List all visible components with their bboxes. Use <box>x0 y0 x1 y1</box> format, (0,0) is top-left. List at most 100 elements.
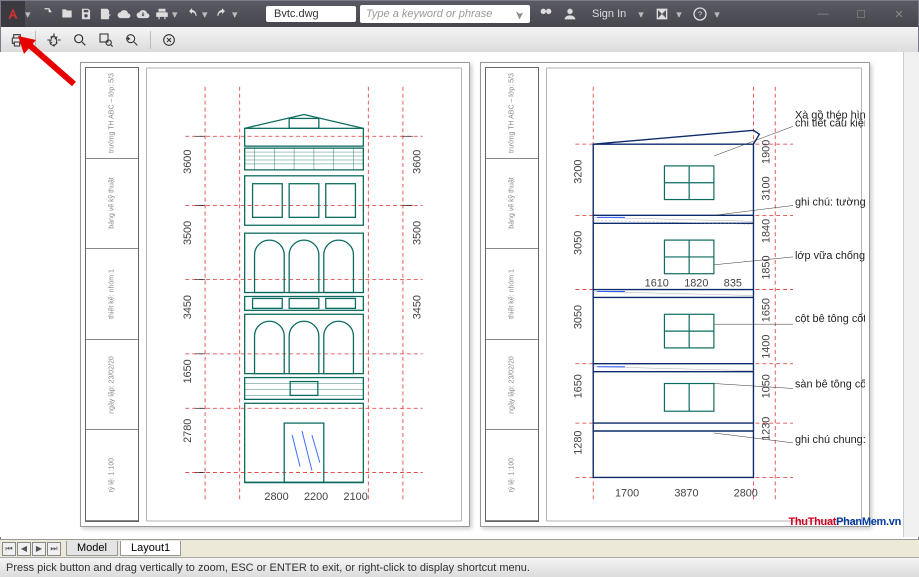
drawing-section: 3200 3050 3050 1650 1280 1900 3100 1840 … <box>543 67 865 522</box>
wm-part3: .vn <box>886 516 901 528</box>
cloud-save-icon[interactable] <box>134 5 152 23</box>
svg-text:2780: 2780 <box>182 419 194 443</box>
svg-text:2100: 2100 <box>344 491 368 503</box>
svg-text:1650: 1650 <box>760 298 772 322</box>
tab-layout1[interactable]: Layout1 <box>120 541 181 556</box>
svg-text:1280: 1280 <box>572 431 584 455</box>
title-block: trường TH ABC – lớp: 5/3 bảng vẽ kỹ thuậ… <box>85 67 139 522</box>
save-icon[interactable] <box>77 5 95 23</box>
dropdown-icon[interactable]: ▾ <box>232 8 242 21</box>
svg-text:ghi chú chung: toàn bộ kích th: ghi chú chung: toàn bộ kích thước kiểm t… <box>795 434 865 446</box>
svg-text:lớp vữa chống thấm: lớp vữa chống thấm <box>795 250 865 262</box>
tb-text: ngày lập: 23/02/20 <box>509 356 516 414</box>
zoom-window-icon[interactable] <box>96 30 116 50</box>
vertical-scrollbar[interactable] <box>903 52 919 537</box>
svg-text:3600: 3600 <box>182 150 194 174</box>
svg-text:1850: 1850 <box>760 255 772 279</box>
search-go-icon[interactable]: ➤ <box>513 9 526 18</box>
tab-nav-buttons: ⏮ ◀ ▶ ⏭ <box>0 542 64 556</box>
dropdown-icon[interactable]: ▾ <box>638 8 648 21</box>
cloud-open-icon[interactable] <box>115 5 133 23</box>
tb-text: trường TH ABC – lớp: 5/3 <box>109 73 116 153</box>
svg-text:cột bê tông cốt thép, kích thư: cột bê tông cốt thép, kích thước theo bả… <box>795 313 865 325</box>
app-logo-icon[interactable] <box>1 1 25 27</box>
tb-text: ngày lập: 23/02/20 <box>109 356 116 414</box>
svg-text:ghi chú: tường xây gạch đặc 11: ghi chú: tường xây gạch đặc 110, trát vữ… <box>795 196 865 208</box>
layout-tabs: ⏮ ◀ ▶ ⏭ Model Layout1 <box>0 539 919 557</box>
filename-display: Bvtc.dwg <box>266 6 356 22</box>
tab-next-icon[interactable]: ▶ <box>32 542 46 556</box>
wm-part1: ThuThuat <box>788 516 836 528</box>
paper-sheet-1: trường TH ABC – lớp: 5/3 bảng vẽ kỹ thuậ… <box>80 62 470 527</box>
tab-last-icon[interactable]: ⏭ <box>47 542 61 556</box>
saveas-icon[interactable] <box>96 5 114 23</box>
svg-text:3600: 3600 <box>412 150 424 174</box>
close-preview-icon[interactable] <box>159 30 179 50</box>
zoom-prev-icon[interactable] <box>122 30 142 50</box>
svg-text:1650: 1650 <box>182 359 194 383</box>
dropdown-icon[interactable]: ▾ <box>172 8 182 21</box>
annotation-arrow <box>14 34 80 93</box>
sign-in-link[interactable]: Sign In <box>584 8 634 20</box>
dropdown-icon[interactable]: ▾ <box>202 8 212 21</box>
window-controls: — ☐ ✕ <box>804 1 918 27</box>
watermark: ThuThuatPhanMem.vn <box>788 505 901 531</box>
minimize-button[interactable]: — <box>804 1 842 27</box>
user-icon[interactable] <box>560 5 580 23</box>
tab-first-icon[interactable]: ⏮ <box>2 542 16 556</box>
svg-text:2800: 2800 <box>264 491 288 503</box>
autodesk-link-icon[interactable] <box>536 5 556 23</box>
svg-text:2800: 2800 <box>734 487 758 499</box>
svg-text:3050: 3050 <box>572 231 584 255</box>
maximize-button[interactable]: ☐ <box>842 1 880 27</box>
redo-icon[interactable] <box>213 5 231 23</box>
svg-text:?: ? <box>698 10 702 19</box>
svg-text:3500: 3500 <box>182 221 194 245</box>
paper-sheets: trường TH ABC – lớp: 5/3 bảng vẽ kỹ thuậ… <box>80 62 899 527</box>
app-menu-dropdown-icon[interactable]: ▾ <box>25 8 35 21</box>
search-placeholder: Type a keyword or phrase <box>366 8 492 20</box>
tb-text: trường TH ABC – lớp: 5/3 <box>509 73 516 153</box>
status-text: Press pick button and drag vertically to… <box>6 562 530 574</box>
preview-toolbar <box>1 27 918 53</box>
svg-text:3100: 3100 <box>760 176 772 200</box>
close-button[interactable]: ✕ <box>880 1 918 27</box>
tab-prev-icon[interactable]: ◀ <box>17 542 31 556</box>
svg-text:1650: 1650 <box>572 374 584 398</box>
dropdown-icon[interactable]: ▾ <box>676 8 686 21</box>
tab-model[interactable]: Model <box>66 541 118 556</box>
help-icon[interactable]: ? <box>690 5 710 23</box>
svg-text:2200: 2200 <box>304 491 328 503</box>
svg-text:3500: 3500 <box>412 221 424 245</box>
title-actions: Sign In ▾ ▾ ? ▾ <box>536 5 724 23</box>
separator <box>150 31 151 49</box>
tb-text: thiết kế: nhóm 1 <box>109 269 116 319</box>
exchange-icon[interactable] <box>652 5 672 23</box>
tb-text: tỷ lệ: 1:100 <box>509 458 516 492</box>
undo-icon[interactable] <box>183 5 201 23</box>
svg-text:835: 835 <box>724 278 742 290</box>
svg-text:3450: 3450 <box>412 295 424 319</box>
svg-text:1610: 1610 <box>645 278 669 290</box>
tb-text: thiết kế: nhóm 1 <box>509 269 516 319</box>
open-icon[interactable] <box>58 5 76 23</box>
svg-text:1900: 1900 <box>760 140 772 164</box>
status-bar: Press pick button and drag vertically to… <box>0 557 919 577</box>
svg-text:3450: 3450 <box>182 295 194 319</box>
svg-text:1820: 1820 <box>684 278 708 290</box>
dropdown-icon[interactable]: ▾ <box>714 8 724 21</box>
search-input[interactable]: Type a keyword or phrase ➤ <box>360 5 530 23</box>
paper-sheet-2: trường TH ABC – lớp: 5/3 bảng vẽ kỹ thuậ… <box>480 62 870 527</box>
new-icon[interactable] <box>39 5 57 23</box>
svg-text:3870: 3870 <box>674 487 698 499</box>
svg-text:1700: 1700 <box>615 487 639 499</box>
svg-text:3200: 3200 <box>572 160 584 184</box>
print-icon[interactable] <box>153 5 171 23</box>
preview-canvas[interactable]: trường TH ABC – lớp: 5/3 bảng vẽ kỹ thuậ… <box>0 52 919 537</box>
svg-text:sàn bê tông cốt thép đổ tại ch: sàn bê tông cốt thép đổ tại chỗ, chi tiế… <box>795 377 865 390</box>
title-bar: ▾ ▾ ▾ ▾ Bvtc.dwg Type a keyword or phras… <box>1 1 918 27</box>
svg-text:chi tiết cấu kiện theo bản vẽ: chi tiết cấu kiện theo bản vẽ kết cấu, s… <box>795 117 865 129</box>
svg-text:3050: 3050 <box>572 305 584 329</box>
svg-text:1050: 1050 <box>760 374 772 398</box>
svg-text:1400: 1400 <box>760 335 772 359</box>
